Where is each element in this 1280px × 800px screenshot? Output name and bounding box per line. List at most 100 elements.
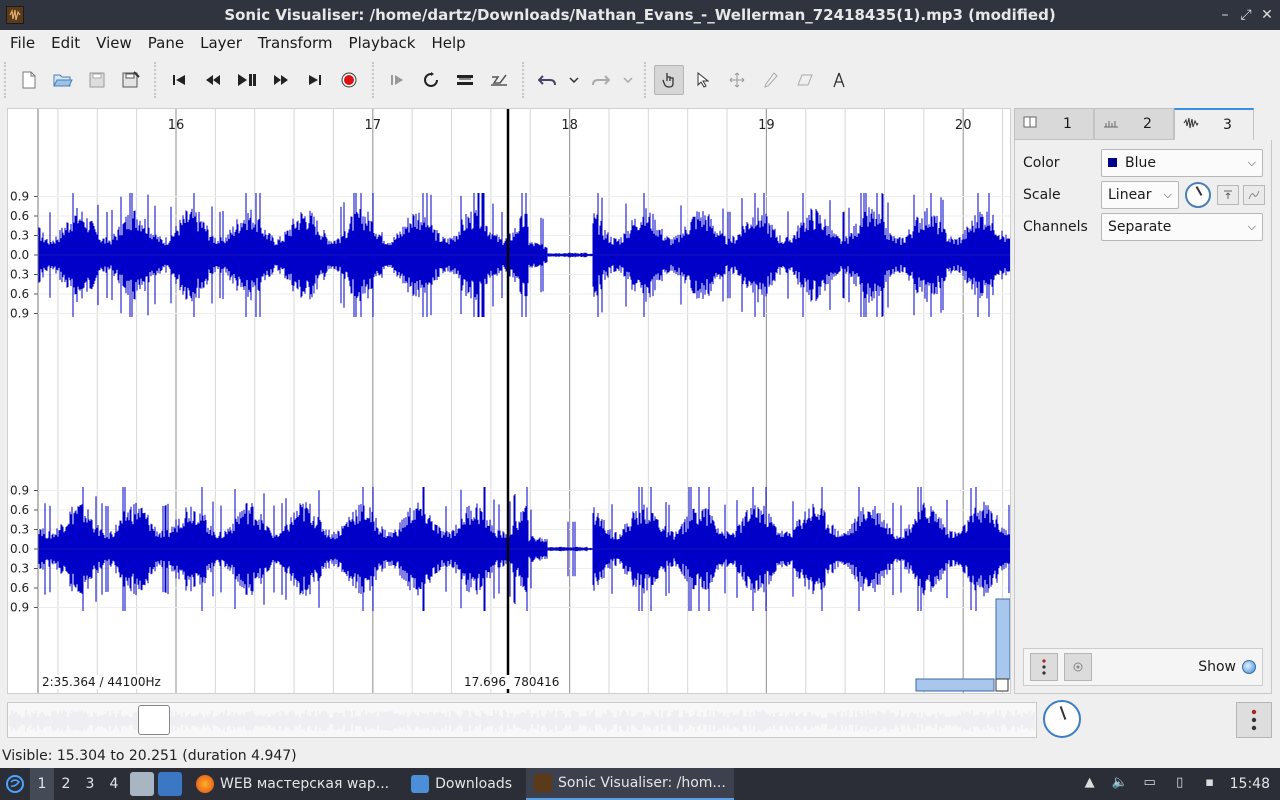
tab-1[interactable]: 1 <box>1014 108 1094 140</box>
file-manager-launcher-icon[interactable] <box>130 772 154 796</box>
skip-to-end-icon[interactable] <box>300 65 330 95</box>
chevron-down-icon: ⌵ <box>1247 156 1256 169</box>
navigate-tool-icon[interactable] <box>654 65 684 95</box>
overview-strip[interactable] <box>7 702 1037 738</box>
play-toggle-button[interactable] <box>1030 653 1058 681</box>
menu-transform[interactable]: Transform <box>252 34 339 52</box>
new-file-icon[interactable] <box>14 65 44 95</box>
show-toggle[interactable] <box>1242 660 1256 674</box>
select-tool-icon[interactable] <box>688 65 718 95</box>
task-firefox[interactable]: WEB мастерская wap... <box>188 768 397 800</box>
layer-play-toggle-button[interactable] <box>1236 702 1272 738</box>
scale-label: Scale <box>1023 187 1061 203</box>
amplitude-label: 0.0 <box>10 248 29 262</box>
clipboard-icon[interactable]: ▯ <box>1170 775 1190 793</box>
workspace-3[interactable]: 3 <box>78 776 102 792</box>
menu-layer[interactable]: Layer <box>194 34 248 52</box>
menu-playback[interactable]: Playback <box>343 34 422 52</box>
horizontal-zoom-slider <box>915 678 995 692</box>
log-scale-button[interactable] <box>1243 185 1265 205</box>
firefox-icon <box>196 775 214 793</box>
fast-forward-icon[interactable] <box>266 65 296 95</box>
play-settings-button[interactable] <box>1064 653 1092 681</box>
save-icon[interactable] <box>82 65 112 95</box>
amplitude-label: 0.3 <box>10 268 29 282</box>
speed-icon[interactable] <box>484 65 514 95</box>
workspace-4[interactable]: 4 <box>102 776 126 792</box>
amplitude-label: 0.9 <box>10 307 29 321</box>
draw-tool-icon[interactable] <box>756 65 786 95</box>
color-swatch <box>1108 158 1117 167</box>
time-tick-label: 17 <box>365 118 382 133</box>
tab-2[interactable]: 2 <box>1094 108 1174 140</box>
channels-dropdown[interactable]: Separate ⌵ <box>1101 213 1263 241</box>
window-title: Sonic Visualiser: /home/dartz/Downloads/… <box>224 6 1056 24</box>
menu-pane[interactable]: Pane <box>142 34 190 52</box>
minimize-button[interactable]: – <box>1216 6 1234 24</box>
skip-to-start-icon[interactable] <box>164 65 194 95</box>
measure-tool-icon[interactable] <box>824 65 854 95</box>
channels-label: Channels <box>1023 219 1088 235</box>
menu-edit[interactable]: Edit <box>45 34 86 52</box>
taskbar: 1 2 3 4 WEB мастерская wap... Downloads … <box>0 768 1280 800</box>
undo-menu-icon[interactable] <box>566 65 582 95</box>
amplitude-label: 0.9 <box>10 190 29 204</box>
playhead-info: 17.696 780416 <box>464 675 560 689</box>
toolbar <box>0 58 1280 102</box>
overview-viewport-handle[interactable] <box>138 705 170 735</box>
start-menu-icon[interactable] <box>0 768 30 800</box>
menu-bar: File Edit View Pane Layer Transform Play… <box>0 30 1280 56</box>
tray-arrow-icon[interactable]: ▲ <box>1080 775 1100 793</box>
menu-help[interactable]: Help <box>425 34 471 52</box>
undo-icon[interactable] <box>532 65 562 95</box>
clock: 15:48 <box>1229 776 1270 792</box>
zoom-knob[interactable] <box>1043 700 1081 738</box>
workspace-1[interactable]: 1 <box>30 768 54 800</box>
play-selection-icon[interactable] <box>382 65 412 95</box>
gain-knob[interactable] <box>1185 182 1211 208</box>
erase-tool-icon[interactable] <box>790 65 820 95</box>
chevron-down-icon: ⌵ <box>1163 188 1172 201</box>
menu-view[interactable]: View <box>90 34 138 52</box>
desktop-launcher-icon[interactable] <box>158 772 182 796</box>
color-label: Color <box>1023 155 1060 171</box>
play-pause-icon[interactable] <box>232 65 262 95</box>
color-dropdown[interactable]: Blue ⌵ <box>1101 149 1263 177</box>
amplitude-label: 0.0 <box>10 542 29 556</box>
menu-file[interactable]: File <box>4 34 41 52</box>
record-icon[interactable] <box>334 65 364 95</box>
maximize-button[interactable]: ⤢ <box>1237 6 1255 24</box>
loop-icon[interactable] <box>416 65 446 95</box>
property-panel: 1 2 3 Color Blue ⌵ Scale Linear ⌵ Channe… <box>1014 108 1272 694</box>
solo-icon[interactable] <box>450 65 480 95</box>
volume-icon[interactable]: 🔈 <box>1110 775 1130 793</box>
redo-icon[interactable] <box>586 65 616 95</box>
save-as-icon[interactable] <box>116 65 146 95</box>
normalize-button[interactable] <box>1217 185 1239 205</box>
amplitude-label: 0.3 <box>10 523 29 537</box>
open-file-icon[interactable] <box>48 65 78 95</box>
updates-icon[interactable]: ▪ <box>1200 775 1220 793</box>
pane-tabs: 1 2 3 <box>1014 108 1272 140</box>
scale-dropdown[interactable]: Linear ⌵ <box>1101 181 1179 209</box>
rewind-icon[interactable] <box>198 65 228 95</box>
waveform-canvas[interactable]: 16 17 18 19 20 0.9 0.6 0.3 0.0 0.3 0.6 0.9 0.9 0.6 0.3… <box>8 109 1011 694</box>
layer-show-bar: Show <box>1023 648 1263 686</box>
workspace-2[interactable]: 2 <box>54 776 78 792</box>
move-tool-icon[interactable] <box>722 65 752 95</box>
close-button[interactable]: ✕ <box>1258 6 1276 24</box>
time-tick-label: 19 <box>758 118 775 133</box>
task-downloads[interactable]: Downloads <box>403 768 520 800</box>
waveform-pane[interactable]: 16 17 18 19 20 0.9 0.6 0.3 0.0 0.3 0.6 0.9 0.9 0.6 0.3… <box>7 108 1011 694</box>
redo-menu-icon[interactable] <box>620 65 636 95</box>
network-icon[interactable]: ▭ <box>1140 775 1160 793</box>
tab-3[interactable]: 3 <box>1174 108 1254 140</box>
show-label: Show <box>1198 659 1236 675</box>
time-tick-label: 20 <box>955 118 972 133</box>
title-bar: Sonic Visualiser: /home/dartz/Downloads/… <box>0 0 1280 30</box>
sample-rate-info: 2:35.364 / 44100Hz <box>42 675 161 689</box>
chevron-down-icon: ⌵ <box>1247 220 1256 233</box>
task-sonic-visualiser[interactable]: Sonic Visualiser: /hom... <box>526 768 734 800</box>
folder-icon <box>411 775 430 793</box>
amplitude-label: 0.9 <box>10 601 29 615</box>
